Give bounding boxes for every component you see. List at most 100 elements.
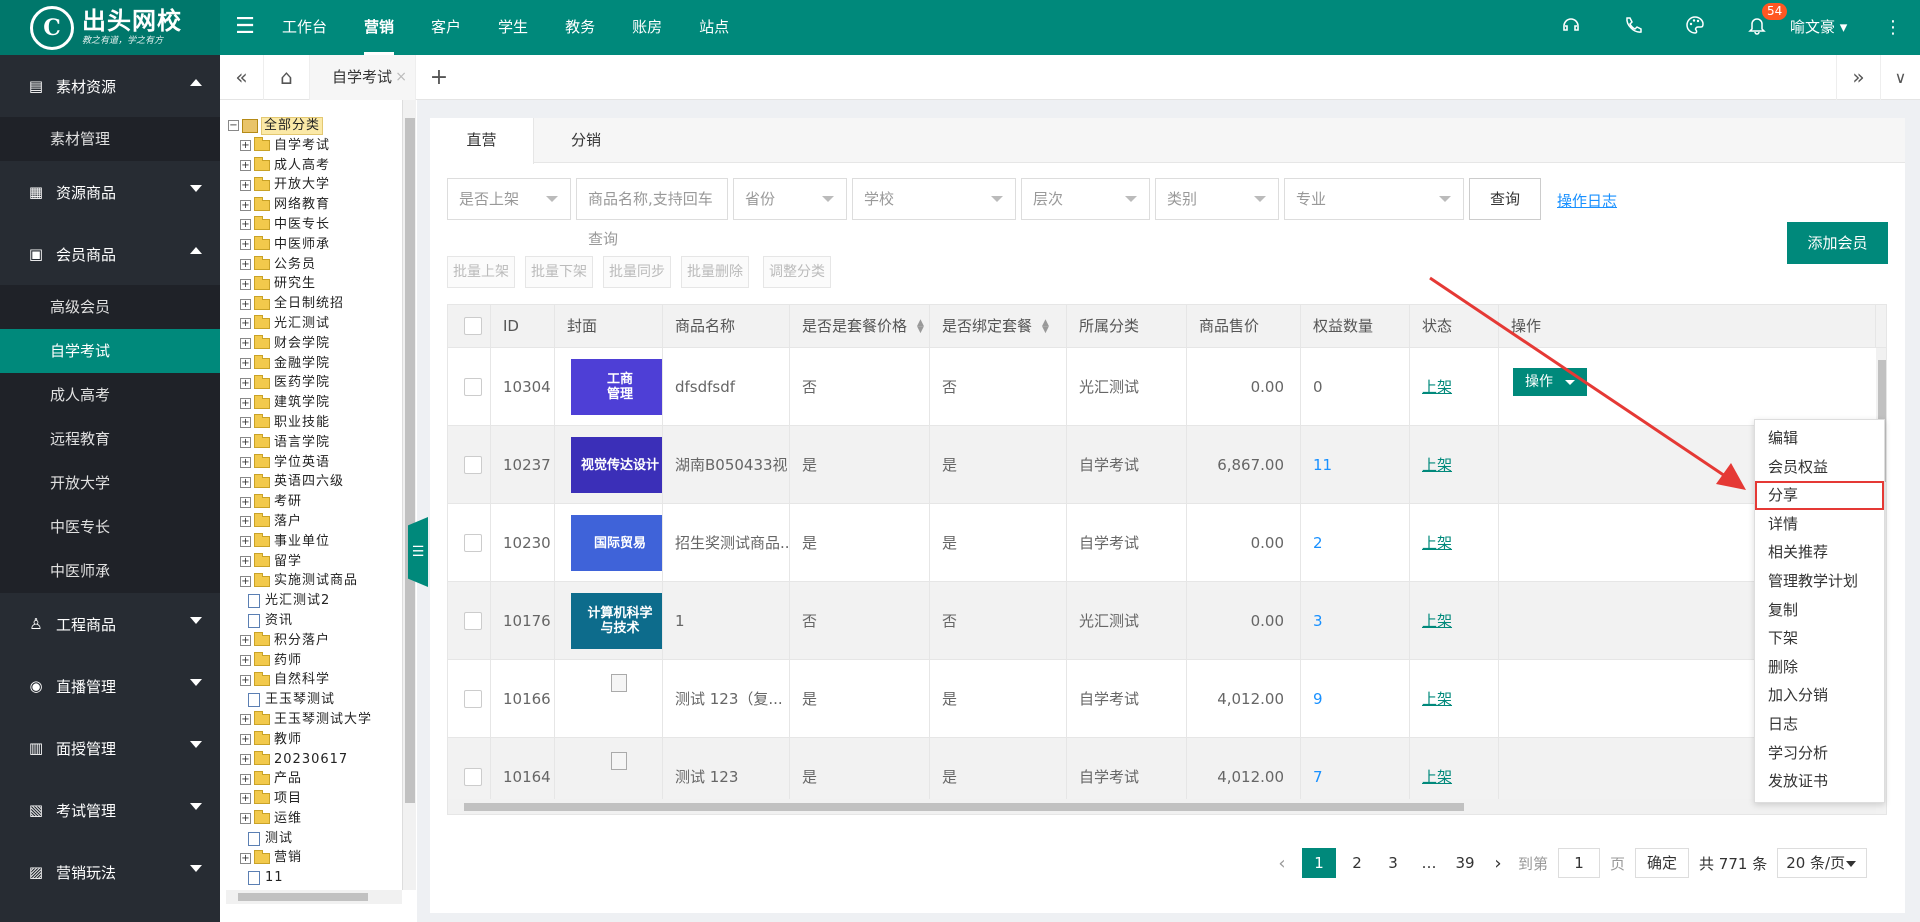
expand-box-icon[interactable]: + bbox=[240, 437, 251, 449]
sidebar-item[interactable]: 成人高考 bbox=[0, 373, 220, 417]
search-button[interactable]: 查询 bbox=[1469, 178, 1541, 220]
cover-image[interactable]: 计算机科学 与技术 bbox=[571, 593, 662, 649]
benefits-cell[interactable]: 3 bbox=[1301, 582, 1410, 660]
tree-node[interactable]: + 王玉琴测试大学 bbox=[228, 710, 372, 730]
expand-box-icon[interactable]: + bbox=[240, 318, 251, 330]
cover-image[interactable]: 国际贸易 bbox=[571, 515, 662, 571]
dropdown-item[interactable]: 加入分销 bbox=[1755, 681, 1884, 710]
tree-vertical-scrollbar[interactable] bbox=[402, 100, 416, 890]
checkbox-cell[interactable] bbox=[448, 660, 491, 738]
tree-node[interactable]: + 产品 bbox=[228, 769, 372, 789]
tree-node[interactable]: + 自然科学 bbox=[228, 670, 372, 690]
tab-scroll-left-icon[interactable]: « bbox=[220, 55, 264, 100]
goto-page-input[interactable]: 1 bbox=[1558, 848, 1601, 878]
dropdown-item[interactable]: 发放证书 bbox=[1755, 767, 1884, 796]
expand-box-icon[interactable]: + bbox=[240, 397, 251, 409]
tree-node[interactable]: + 光汇测试 bbox=[228, 314, 372, 334]
tree-node[interactable]: 测试 bbox=[228, 829, 372, 849]
dropdown-item[interactable]: 日志 bbox=[1755, 710, 1884, 739]
dropdown-item[interactable]: 复制 bbox=[1755, 596, 1884, 625]
tree-node[interactable]: + 营销 bbox=[228, 848, 372, 868]
user-menu[interactable]: 喻文豪 ▾ bbox=[1790, 0, 1847, 55]
tab-scroll-right-icon[interactable]: » bbox=[1836, 55, 1880, 100]
expand-box-icon[interactable]: + bbox=[240, 852, 251, 864]
add-tab-icon[interactable]: + bbox=[416, 55, 462, 100]
tree-node[interactable]: 资讯 bbox=[228, 611, 372, 631]
sidebar-item[interactable]: 素材管理 bbox=[0, 117, 220, 161]
sidebar-group[interactable]: ◉ 直播管理 bbox=[0, 655, 220, 717]
province-select[interactable]: 省份 bbox=[733, 178, 847, 220]
tree-node[interactable]: + 研究生 bbox=[228, 274, 372, 294]
tree-node[interactable]: + 学位英语 bbox=[228, 453, 372, 473]
sort-icon[interactable]: ▲ ▼ bbox=[1042, 318, 1049, 334]
top-nav-item[interactable]: 账房 bbox=[632, 0, 662, 55]
name-cell[interactable]: 招生奖测试商品... bbox=[663, 504, 790, 582]
tree-hscroll-thumb[interactable] bbox=[238, 893, 368, 901]
school-select[interactable]: 学校 bbox=[852, 178, 1016, 220]
expand-box-icon[interactable]: + bbox=[240, 714, 251, 726]
operation-button[interactable]: 操作 bbox=[1513, 368, 1587, 396]
headset-icon[interactable] bbox=[1540, 15, 1602, 40]
more-vertical-icon[interactable]: ⋮ bbox=[1884, 0, 1902, 55]
top-nav-item[interactable]: 工作台 bbox=[282, 0, 327, 55]
benefits-count[interactable]: 7 bbox=[1313, 768, 1323, 786]
prev-page-icon[interactable]: ‹ bbox=[1270, 853, 1294, 874]
tab-menu-chevron-icon[interactable]: ∨ bbox=[1880, 55, 1920, 100]
checkbox-cell[interactable] bbox=[448, 348, 491, 426]
status-link[interactable]: 上架 bbox=[1422, 534, 1452, 552]
bell-icon[interactable]: 54 bbox=[1726, 3, 1788, 40]
tree-collapse-handle[interactable]: ☰ bbox=[408, 517, 428, 587]
expand-box-icon[interactable]: + bbox=[240, 338, 251, 350]
sidebar-item[interactable]: 高级会员 bbox=[0, 285, 220, 329]
status-link[interactable]: 上架 bbox=[1422, 378, 1452, 396]
batch-button[interactable]: 批量同步 bbox=[603, 256, 671, 288]
benefits-count[interactable]: 2 bbox=[1313, 534, 1323, 552]
expand-box-icon[interactable]: + bbox=[240, 199, 251, 211]
tab-distribution[interactable]: 分销 bbox=[534, 118, 638, 163]
page-number[interactable]: 3 bbox=[1378, 848, 1408, 878]
row-checkbox[interactable] bbox=[464, 534, 482, 552]
batch-button[interactable]: 调整分类 bbox=[763, 256, 831, 288]
tree-node[interactable]: + 留学 bbox=[228, 552, 372, 572]
on-shelf-select[interactable]: 是否上架 bbox=[447, 178, 571, 220]
dropdown-item[interactable]: 编辑 bbox=[1755, 424, 1884, 453]
page-number[interactable]: 2 bbox=[1342, 848, 1372, 878]
benefits-cell[interactable]: 9 bbox=[1301, 660, 1410, 738]
collapse-box-icon[interactable]: − bbox=[228, 120, 239, 132]
tree-node[interactable]: + 网络教育 bbox=[228, 195, 372, 215]
benefits-cell[interactable]: 2 bbox=[1301, 504, 1410, 582]
sidebar-group[interactable]: ▦ 资源商品 bbox=[0, 161, 220, 223]
expand-box-icon[interactable]: + bbox=[240, 278, 251, 290]
tree-node[interactable]: + 积分落户 bbox=[228, 631, 372, 651]
batch-button[interactable]: 批量上架 bbox=[447, 256, 515, 288]
top-nav-item[interactable]: 站点 bbox=[699, 0, 729, 55]
table-hscroll-thumb[interactable] bbox=[464, 803, 1464, 811]
tree-node[interactable]: +20230617 bbox=[228, 750, 372, 770]
tab-direct[interactable]: 直营 bbox=[430, 118, 534, 164]
top-nav-item[interactable]: 学生 bbox=[498, 0, 528, 55]
tree-scroll-thumb[interactable] bbox=[405, 118, 415, 803]
dropdown-item[interactable]: 相关推荐 bbox=[1755, 538, 1884, 567]
next-page-icon[interactable]: › bbox=[1486, 853, 1510, 874]
expand-box-icon[interactable]: + bbox=[240, 793, 251, 805]
expand-box-icon[interactable]: + bbox=[240, 516, 251, 528]
top-nav-item[interactable]: 营销 bbox=[364, 0, 395, 55]
expand-box-icon[interactable]: + bbox=[240, 298, 251, 310]
tree-node[interactable]: + 自学考试 bbox=[228, 136, 372, 156]
row-checkbox[interactable] bbox=[464, 768, 482, 786]
benefits-count[interactable]: 11 bbox=[1313, 456, 1332, 474]
sidebar-group[interactable]: ▥ 面授管理 bbox=[0, 717, 220, 779]
expand-box-icon[interactable]: + bbox=[240, 555, 251, 567]
tree-node[interactable]: + 项目 bbox=[228, 789, 372, 809]
operation-log-link[interactable]: 操作日志 bbox=[1557, 190, 1617, 211]
dropdown-item[interactable]: 详情 bbox=[1755, 510, 1884, 539]
expand-box-icon[interactable]: + bbox=[240, 456, 251, 468]
status-link[interactable]: 上架 bbox=[1422, 690, 1452, 708]
tree-node[interactable]: + 实施测试商品 bbox=[228, 571, 372, 591]
tree-node[interactable]: + 建筑学院 bbox=[228, 393, 372, 413]
checkbox-cell[interactable] bbox=[448, 582, 491, 660]
expand-box-icon[interactable]: + bbox=[240, 417, 251, 429]
tree-node[interactable]: + 职业技能 bbox=[228, 413, 372, 433]
expand-box-icon[interactable]: + bbox=[240, 476, 251, 488]
tree-node[interactable]: + 成人高考 bbox=[228, 156, 372, 176]
